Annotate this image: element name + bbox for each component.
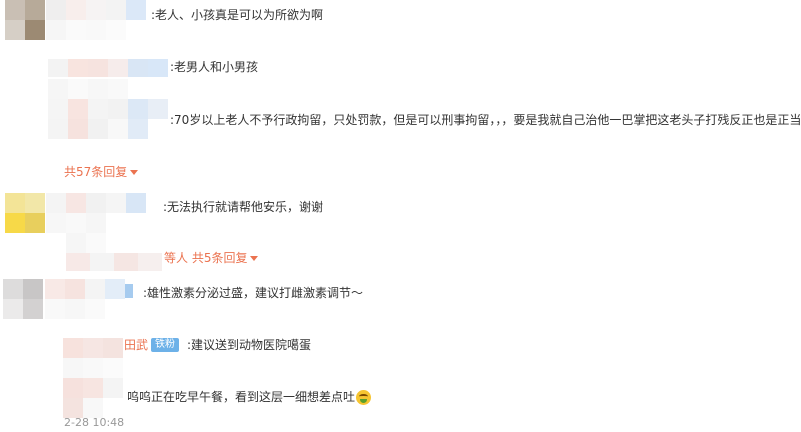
chevron-down-icon [130,170,139,175]
reply-text: :建议送到动物医院噶蛋 [187,338,312,352]
reply-text-content: 呜呜正在吃早午餐，看到这层一细想差点吐 [127,390,356,404]
username-blurred[interactable] [45,279,125,319]
avatar[interactable] [5,193,45,233]
reply-names-blurred [66,253,162,271]
more-replies-label: 共57条回复 [64,165,128,179]
fan-badge: 铁粉 [151,338,179,352]
reply-timestamp: 2-28 10:48 [64,416,125,429]
more-replies-link[interactable]: 共57条回复 [64,164,139,180]
comment-text: :无法执行就请帮他安乐，谢谢 [163,200,324,214]
comment-text: :老人、小孩真是可以为所欲为啊 [151,8,324,22]
reply-text: :老男人和小男孩 [170,60,259,74]
reply-text: :70岁以上老人不予行政拘留，只处罚款，但是可以刑事拘留，，，要是我就自己治他一… [170,113,801,127]
reply-text: 呜呜正在吃早午餐，看到这层一细想差点吐 [127,389,372,405]
more-replies-link[interactable]: 等人 共5条回复 [164,250,259,266]
vomit-emoji-icon [356,390,372,405]
avatar[interactable] [63,338,123,378]
username-blurred[interactable] [46,0,146,40]
reply-username[interactable]: 田武 [124,337,148,353]
comment-text: :雄性激素分泌过盛，建议打雌激素调节～ [143,286,364,300]
badge-blurred [125,284,133,298]
avatar[interactable] [5,0,45,40]
chevron-down-icon [250,256,259,261]
username-blurred[interactable] [48,59,168,77]
avatar[interactable] [63,378,123,418]
more-replies-label: 等人 共5条回复 [164,251,248,265]
username-blurred[interactable] [46,193,166,253]
avatar[interactable] [48,79,168,139]
avatar[interactable] [3,279,43,319]
